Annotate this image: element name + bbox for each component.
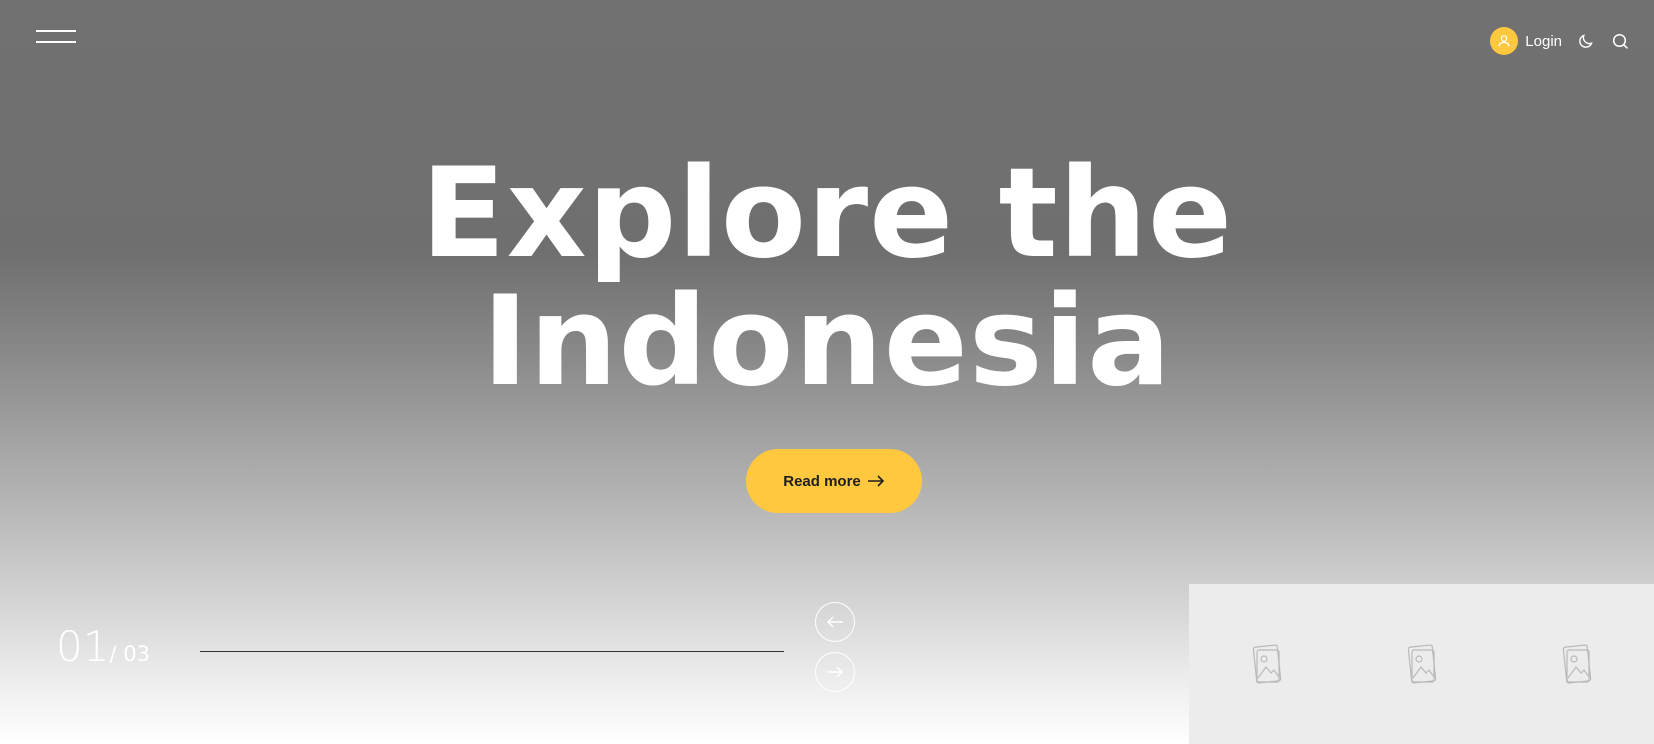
hero-title-line-1: Explore the <box>420 142 1234 286</box>
search-icon[interactable] <box>1610 31 1630 51</box>
header-actions: Login <box>1490 27 1630 55</box>
image-placeholder-icon <box>1562 644 1591 684</box>
arrow-right-icon <box>827 666 844 678</box>
read-more-button[interactable]: Read more <box>746 449 922 513</box>
moon-icon[interactable] <box>1576 31 1596 51</box>
slide-total: / 03 <box>109 642 150 666</box>
login-button[interactable]: Login <box>1490 27 1562 55</box>
hero-title-line-2: Indonesia <box>482 270 1172 414</box>
hamburger-icon <box>36 30 76 32</box>
arrow-right-icon <box>867 475 884 487</box>
slide-progress-line <box>200 651 784 652</box>
prev-slide-button[interactable] <box>815 602 855 642</box>
thumbnail-1[interactable] <box>1189 584 1344 744</box>
slide-counter: 01/ 03 <box>56 622 150 671</box>
thumbnail-3[interactable] <box>1499 584 1654 744</box>
image-placeholder-icon <box>1252 644 1281 684</box>
image-placeholder-icon <box>1407 644 1436 684</box>
menu-button[interactable] <box>36 28 76 44</box>
user-icon <box>1490 27 1519 55</box>
login-label: Login <box>1525 32 1562 50</box>
thumbnail-2[interactable] <box>1344 584 1499 744</box>
hamburger-line <box>36 41 76 43</box>
thumbnail-strip <box>1189 584 1654 744</box>
read-more-label: Read more <box>783 472 861 490</box>
arrow-left-icon <box>826 616 843 628</box>
hero-title: Explore the Indonesia <box>0 150 1654 406</box>
next-slide-button[interactable] <box>815 652 855 692</box>
slide-current: 01 <box>56 622 110 671</box>
